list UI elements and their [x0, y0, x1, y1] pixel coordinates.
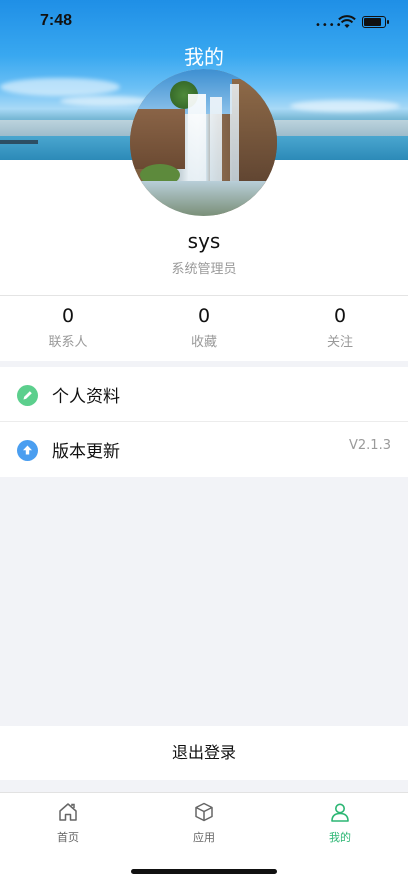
status-time: 7:48 [40, 12, 73, 29]
menu-label: 个人资料 [52, 386, 120, 407]
stat-following[interactable]: 0 关注 [272, 296, 408, 361]
user-role: 系统管理员 [171, 262, 237, 277]
tab-home[interactable]: 首页 [0, 793, 136, 883]
box-icon [193, 802, 215, 827]
menu-label: 版本更新 [52, 442, 120, 462]
pier [0, 140, 38, 144]
tab-profile[interactable]: 我的 [272, 793, 408, 883]
version-value: V2.1.3 [349, 438, 391, 453]
stats-row: 0 联系人 0 收藏 0 关注 [0, 295, 408, 361]
battery-icon [362, 16, 389, 28]
page-title: 我的 [184, 45, 224, 69]
user-icon [329, 803, 351, 827]
logout-button[interactable]: 退出登录 [0, 726, 408, 780]
menu-item-profile[interactable]: 个人资料 [0, 367, 408, 422]
menu-item-version-update[interactable]: 版本更新 V2.1.3 [0, 422, 408, 477]
stat-value: 0 [61, 305, 75, 327]
tab-label: 首页 [57, 831, 79, 844]
stat-value: 0 [333, 305, 347, 327]
tab-label: 应用 [193, 831, 215, 844]
home-indicator [131, 869, 277, 874]
stat-value: 0 [197, 305, 211, 327]
home-icon [57, 803, 79, 827]
stat-label: 收藏 [190, 335, 217, 350]
menu-list: 个人资料 版本更新 V2.1.3 [0, 367, 408, 477]
stat-label: 关注 [326, 335, 353, 350]
avatar[interactable] [130, 69, 277, 216]
tab-label: 我的 [329, 831, 351, 844]
stat-favorites[interactable]: 0 收藏 [136, 296, 272, 361]
stat-label: 联系人 [48, 335, 88, 350]
wifi-icon [338, 14, 356, 33]
upload-icon [17, 440, 38, 461]
stat-contacts[interactable]: 0 联系人 [0, 296, 136, 361]
edit-icon [17, 385, 38, 406]
status-bar: 7:48 •••• [0, 0, 408, 44]
username: sys [187, 229, 221, 253]
